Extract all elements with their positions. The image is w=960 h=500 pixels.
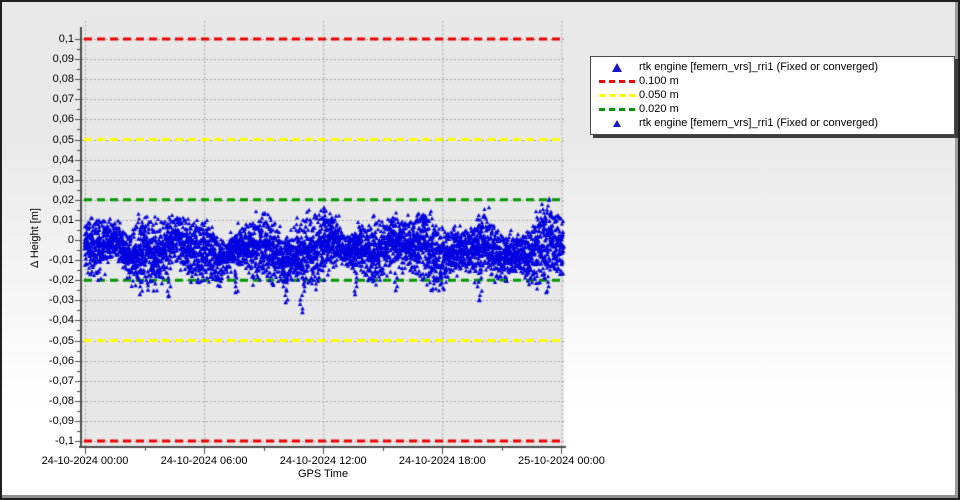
legend-item-threshold-20mm: 0.020 m [595,102,950,116]
y-tick-label: 0,07 [52,93,74,106]
x-tick-label: 24-10-2024 12:00 [279,455,367,467]
x-tick-label: 24-10-2024 00:00 [41,455,129,467]
y-tick-label: -0,1 [55,435,74,447]
legend-item-series: rtk engine [femern_vrs]_rri1 (Fixed or c… [595,60,950,74]
y-tick-label: 0,04 [52,153,74,166]
triangle-marker-icon [612,62,622,72]
y-tick-label: -0,09 [48,414,74,427]
triangle-marker-icon [613,119,621,127]
dashed-line-marker-icon [599,107,635,111]
legend-label: rtk engine [femern_vrs]_rri1 (Fixed or c… [639,61,879,73]
x-tick-label: 24-10-2024 06:00 [160,455,248,467]
y-tick-label: -0,04 [48,314,74,327]
plot-canvas [62,15,574,459]
legend-label: 0.100 m [639,75,679,87]
y-tick-label: 0,09 [52,53,74,66]
legend-item-threshold-100mm: 0.100 m [595,74,950,88]
dashed-line-marker-icon [599,79,635,83]
legend-item-threshold-50mm: 0.050 m [595,88,950,102]
y-tick-label: -0,05 [48,334,74,347]
x-axis-title: GPS Time [297,468,349,480]
y-tick-label: 0,05 [52,133,74,146]
y-tick-label: -0,08 [48,394,74,407]
legend-label: rtk engine [femern_vrs]_rri1 (Fixed or c… [639,117,879,129]
legend-label: 0.050 m [639,89,679,101]
y-tick-label: -0,06 [48,354,74,367]
dashed-line-marker-icon [599,93,635,97]
y-tick-label: 0,06 [52,113,74,126]
y-tick-label: -0,07 [48,374,74,387]
legend-box: rtk engine [femern_vrs]_rri1 (Fixed or c… [590,56,955,135]
y-tick-label: 0,08 [52,73,74,86]
y-axis-title: Δ Height [m] [29,208,41,268]
x-tick-label: 25-10-2024 00:00 [518,455,605,467]
window-bottom-strip [2,495,958,498]
chart-window: 0,1 0,09 0,08 0,07 0,06 0,05 0,04 0,03 0,02 0,01 0… [0,0,960,500]
y-tick-label: 0,1 [58,33,74,45]
legend-label: 0.020 m [639,103,679,115]
x-tick-label: 24-10-2024 18:00 [398,455,486,467]
legend-item-series-2: rtk engine [femern_vrs]_rri1 (Fixed or c… [595,116,950,130]
